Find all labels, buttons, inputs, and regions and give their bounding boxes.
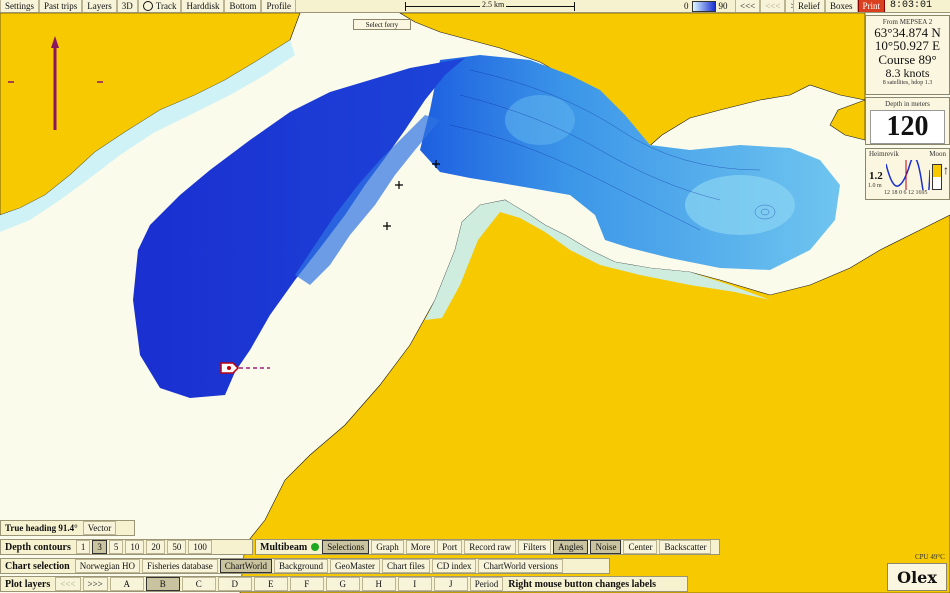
prev-fast-button[interactable]: <<<: [760, 0, 786, 12]
mb-port-button[interactable]: Port: [437, 540, 463, 554]
mb-backscatter-button[interactable]: Backscatter: [659, 540, 712, 554]
moon-label: Moon: [929, 150, 946, 158]
contour-1[interactable]: 1: [75, 540, 91, 554]
layers-prev-button[interactable]: <<<: [55, 577, 81, 591]
layers-button[interactable]: Layers: [82, 0, 117, 12]
mb-record-raw-button[interactable]: Record raw: [464, 540, 516, 554]
chart-selection-label: Chart selection: [5, 560, 70, 572]
layer-i[interactable]: I: [397, 577, 432, 591]
select-ferry-button[interactable]: Select ferry: [353, 19, 411, 30]
tide-value: 1.2: [869, 170, 883, 182]
mb-more-button[interactable]: More: [405, 540, 436, 554]
right-buttons: Relief Boxes Print 8:03:01: [793, 0, 937, 12]
prev-button[interactable]: <<<: [735, 0, 761, 12]
speed: 8.3 knots: [885, 66, 930, 80]
layers-next-button[interactable]: >>>: [82, 577, 108, 591]
mb-graph-button[interactable]: Graph: [371, 540, 404, 554]
layer-f[interactable]: F: [289, 577, 324, 591]
tide-axis-left: 1.0 m: [868, 183, 882, 189]
olex-logo[interactable]: Olex: [887, 563, 947, 591]
fjord-ridge: [505, 95, 575, 145]
depth-label: Depth in meters: [885, 100, 930, 108]
chart-selection-bar: Chart selection Norwegian HO Fisheries d…: [0, 558, 610, 574]
track-label: Track: [155, 1, 177, 11]
contour-10[interactable]: 10: [125, 540, 145, 554]
mb-noise-button[interactable]: Noise: [590, 540, 622, 554]
depth-value: 120: [870, 110, 945, 144]
true-heading: True heading 91.4°: [5, 523, 78, 533]
print-button[interactable]: Print: [857, 0, 886, 12]
chart-geomaster[interactable]: GeoMaster: [329, 559, 380, 573]
position-panel: From MEPSEA 2 63°34.874 N 10°50.927 E Co…: [865, 15, 950, 95]
depth-panel: Depth in meters 120: [865, 97, 950, 145]
course: Course 89°: [878, 52, 937, 67]
depth-scale-max: 90: [718, 1, 728, 11]
layer-a[interactable]: A: [109, 577, 144, 591]
relief-button[interactable]: Relief: [793, 0, 825, 12]
track-button[interactable]: Track: [137, 0, 182, 12]
plot-layers-label: Plot layers: [5, 578, 51, 590]
chart-norwegian-ho[interactable]: Norwegian HO: [74, 559, 140, 573]
scale-label: 2.5 km: [480, 0, 507, 9]
vector-button[interactable]: Vector: [82, 521, 117, 535]
tide-station: Heimrevik: [869, 150, 899, 158]
layer-j[interactable]: J: [433, 577, 468, 591]
multibeam-bar: Multibeam Selections Graph More Port Rec…: [255, 539, 720, 555]
profile-button[interactable]: Profile: [261, 0, 296, 12]
longitude: 10°50.927 E: [874, 38, 941, 53]
moon-arrow-icon: ↑: [943, 163, 949, 177]
fjord-shallow-basin: [685, 175, 795, 235]
multibeam-label: Multibeam: [260, 541, 308, 553]
layers-hint: Right mouse button changes labels: [508, 578, 657, 590]
tide-panel: Heimrevik Moon 1.2 1.0 m ↑ 12 18 0 6 12 …: [865, 148, 950, 200]
satellites: 8 satellites, hdop 1.3: [882, 80, 933, 86]
depth-gradient: [691, 0, 716, 12]
contour-100[interactable]: 100: [188, 540, 212, 554]
layer-c[interactable]: C: [181, 577, 216, 591]
plot-layers-bar: Plot layers <<< >>> A B C D E F G H I J …: [0, 576, 688, 592]
contour-5[interactable]: 5: [108, 540, 124, 554]
depth-contours-bar: Depth contours 1 3 5 10 20 50 100: [0, 539, 253, 555]
contour-3[interactable]: 3: [92, 540, 107, 554]
past-trips-button[interactable]: Past trips: [39, 0, 83, 12]
harddisk-button[interactable]: Harddisk: [181, 0, 225, 12]
cpu-temperature: CPU 49°C: [915, 553, 945, 561]
mb-center-button[interactable]: Center: [623, 540, 658, 554]
chart-chartworld[interactable]: ChartWorld: [219, 559, 272, 573]
track-icon: [142, 1, 153, 11]
chart-map[interactable]: [0, 0, 950, 593]
contour-50[interactable]: 50: [167, 540, 187, 554]
top-toolbar: Settings Past trips Layers 3D Track Hard…: [0, 0, 950, 13]
mb-selections-button[interactable]: Selections: [322, 540, 370, 554]
chart-chartworld-versions[interactable]: ChartWorld versions: [478, 559, 563, 573]
mb-filters-button[interactable]: Filters: [517, 540, 551, 554]
layer-d[interactable]: D: [217, 577, 252, 591]
layer-b[interactable]: B: [145, 577, 180, 591]
depth-contours-label: Depth contours: [5, 541, 71, 553]
3d-button[interactable]: 3D: [116, 0, 138, 12]
heading-panel: True heading 91.4° Vector: [0, 520, 135, 536]
settings-button[interactable]: Settings: [0, 0, 40, 12]
tide-axis-ticks: 12 18 0 6 12 1695: [884, 190, 928, 196]
chart-background[interactable]: Background: [273, 559, 328, 573]
mb-angles-button[interactable]: Angles: [552, 540, 589, 554]
period-button[interactable]: Period: [469, 577, 504, 591]
chart-cd-index[interactable]: CD index: [431, 559, 477, 573]
layer-h[interactable]: H: [361, 577, 396, 591]
chart-fisheries-db[interactable]: Fisheries database: [141, 559, 218, 573]
chart-files[interactable]: Chart files: [381, 559, 430, 573]
bottom-button[interactable]: Bottom: [224, 0, 262, 12]
depth-scale-min: 0: [684, 1, 689, 11]
boxes-button[interactable]: Boxes: [825, 0, 858, 12]
layer-e[interactable]: E: [253, 577, 288, 591]
multibeam-status-icon: [311, 543, 320, 551]
moon-icon: [932, 164, 942, 190]
tide-curve: [886, 160, 930, 190]
logo-text: Olex: [897, 568, 937, 587]
scale-bar: 2.5 km: [405, 0, 575, 11]
layer-g[interactable]: G: [325, 577, 360, 591]
depth-scale: 0 90: [684, 0, 728, 12]
clock: 8:03:01: [890, 0, 933, 11]
contour-20[interactable]: 20: [146, 540, 166, 554]
